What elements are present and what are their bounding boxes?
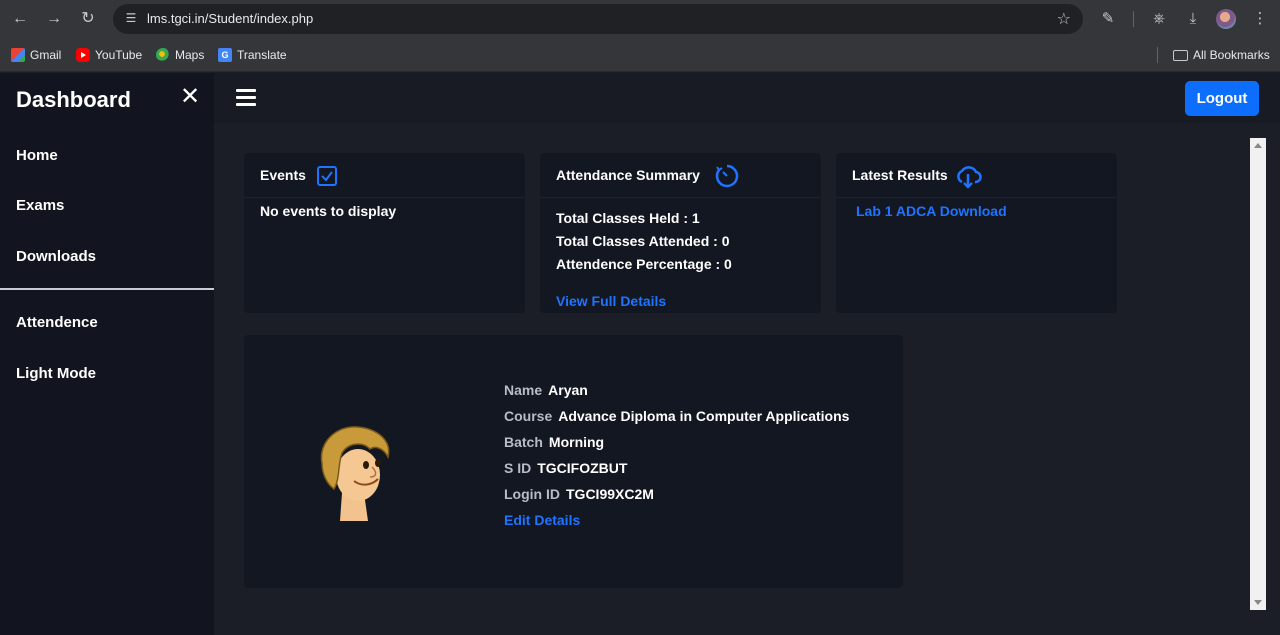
site-settings-icon[interactable]: ☰ — [123, 10, 139, 26]
sid-value: TGCIFOZBUT — [537, 460, 628, 476]
attendance-title: Attendance Summary — [556, 167, 700, 183]
bookmark-youtube[interactable]: YouTube — [76, 47, 142, 63]
url-text[interactable]: lms.tgci.in/Student/index.php — [147, 11, 313, 26]
sidebar-item-attendence[interactable]: Attendence — [16, 314, 98, 331]
profile-login-row: Login ID TGCI99XC2M — [504, 486, 654, 504]
card-header: Attendance Summary — [540, 153, 821, 198]
cloud-download-icon — [957, 166, 982, 189]
profile-name-row: Name Aryan — [504, 382, 588, 400]
sidebar-item-downloads[interactable]: Downloads — [16, 248, 96, 265]
view-full-details-link[interactable]: View Full Details — [556, 293, 666, 309]
bookmarks-bar: Gmail YouTube Maps G Translate All Bookm… — [0, 38, 1280, 72]
hamburger-icon[interactable] — [236, 89, 256, 107]
main-content: Logout Events No events to display Atten… — [214, 73, 1280, 635]
scroll-up-icon[interactable] — [1254, 143, 1262, 148]
translate-icon: G — [218, 48, 232, 62]
edit-details-link[interactable]: Edit Details — [504, 512, 580, 528]
folder-icon — [1173, 49, 1188, 61]
sidebar-item-light-mode[interactable]: Light Mode — [16, 365, 96, 382]
toolbar-divider — [1133, 11, 1134, 27]
name-value: Aryan — [548, 382, 588, 398]
maps-icon — [153, 45, 173, 65]
login-id-value: TGCI99XC2M — [566, 486, 654, 502]
batch-value: Morning — [548, 434, 605, 450]
browser-toolbar: ← → ↻ ☰ lms.tgci.in/Student/index.php ☆ … — [0, 0, 1280, 38]
profile-course-row: Course Advance Diploma in Computer Applic… — [504, 408, 849, 426]
extensions-icon[interactable]: ✎ — [1097, 8, 1119, 30]
kebab-menu-icon[interactable]: ⋮ — [1249, 8, 1271, 30]
forward-icon[interactable]: → — [43, 8, 65, 30]
address-bar[interactable]: ☰ lms.tgci.in/Student/index.php ☆ — [113, 4, 1083, 34]
close-icon[interactable]: ✕ — [180, 85, 200, 109]
profile-card: Name Aryan Course Advance Diploma in Compu… — [244, 335, 903, 588]
scroll-down-icon[interactable] — [1254, 600, 1262, 605]
name-label: Name — [504, 382, 543, 398]
bookmark-label: Maps — [175, 48, 205, 62]
timer-icon — [715, 164, 739, 188]
back-icon[interactable]: ← — [9, 8, 31, 30]
youtube-icon — [76, 48, 90, 62]
course-value: Advance Diploma in Computer Applications — [558, 408, 850, 424]
bookmarks-divider — [1157, 47, 1158, 63]
top-navbar: Logout — [214, 73, 1280, 123]
events-empty-text: No events to display — [260, 203, 397, 219]
reload-icon[interactable]: ↻ — [77, 8, 99, 30]
sidebar-title: Dashboard — [16, 87, 131, 112]
bookmark-label: Translate — [237, 48, 287, 62]
bookmark-label: YouTube — [95, 48, 143, 62]
result-download-link[interactable]: Lab 1 ADCA Download — [856, 203, 1007, 219]
total-classes-held: Total Classes Held : 1 — [556, 210, 700, 226]
bookmark-translate[interactable]: G Translate — [218, 47, 287, 63]
events-card: Events No events to display — [244, 153, 525, 313]
results-card: Latest Results Lab 1 ADCA Download — [836, 153, 1117, 313]
attendance-percentage: Attendence Percentage : 0 — [556, 256, 732, 272]
sync-icon[interactable]: ⎈ — [1148, 8, 1170, 30]
gmail-icon — [11, 48, 25, 62]
bookmark-label: Gmail — [30, 48, 62, 62]
sidebar-item-home[interactable]: Home — [16, 147, 58, 164]
attendance-card: Attendance Summary Total Classes Held : … — [540, 153, 821, 313]
login-id-label: Login ID — [504, 486, 560, 502]
batch-label: Batch — [504, 434, 543, 450]
cartoon-avatar-icon — [320, 426, 390, 521]
sidebar: Dashboard ✕ Home Exams Downloads Attende… — [0, 73, 214, 635]
card-header: Events — [244, 153, 525, 198]
sidebar-item-exams[interactable]: Exams — [16, 197, 64, 214]
profile-avatar[interactable] — [1216, 9, 1236, 29]
bookmark-maps[interactable]: Maps — [153, 45, 205, 65]
all-bookmarks-label: All Bookmarks — [1193, 48, 1270, 62]
logout-button[interactable]: Logout — [1185, 81, 1259, 116]
bookmark-gmail[interactable]: Gmail — [11, 47, 61, 63]
results-title: Latest Results — [852, 167, 948, 183]
page-scrollbar[interactable] — [1250, 138, 1266, 610]
profile-batch-row: Batch Morning — [504, 434, 604, 452]
bookmark-star-icon[interactable]: ☆ — [1057, 9, 1071, 29]
profile-sid-row: S ID TGCIFOZBUT — [504, 460, 627, 478]
sid-label: S ID — [504, 460, 532, 476]
checkbox-icon — [317, 166, 337, 186]
sidebar-divider — [0, 288, 214, 290]
events-title: Events — [260, 167, 306, 183]
all-bookmarks-button[interactable]: All Bookmarks — [1173, 47, 1270, 63]
card-header: Latest Results — [836, 153, 1117, 198]
download-icon[interactable]: ⤓ — [1182, 8, 1204, 30]
total-classes-attended: Total Classes Attended : 0 — [556, 233, 730, 249]
course-label: Course — [504, 408, 553, 424]
